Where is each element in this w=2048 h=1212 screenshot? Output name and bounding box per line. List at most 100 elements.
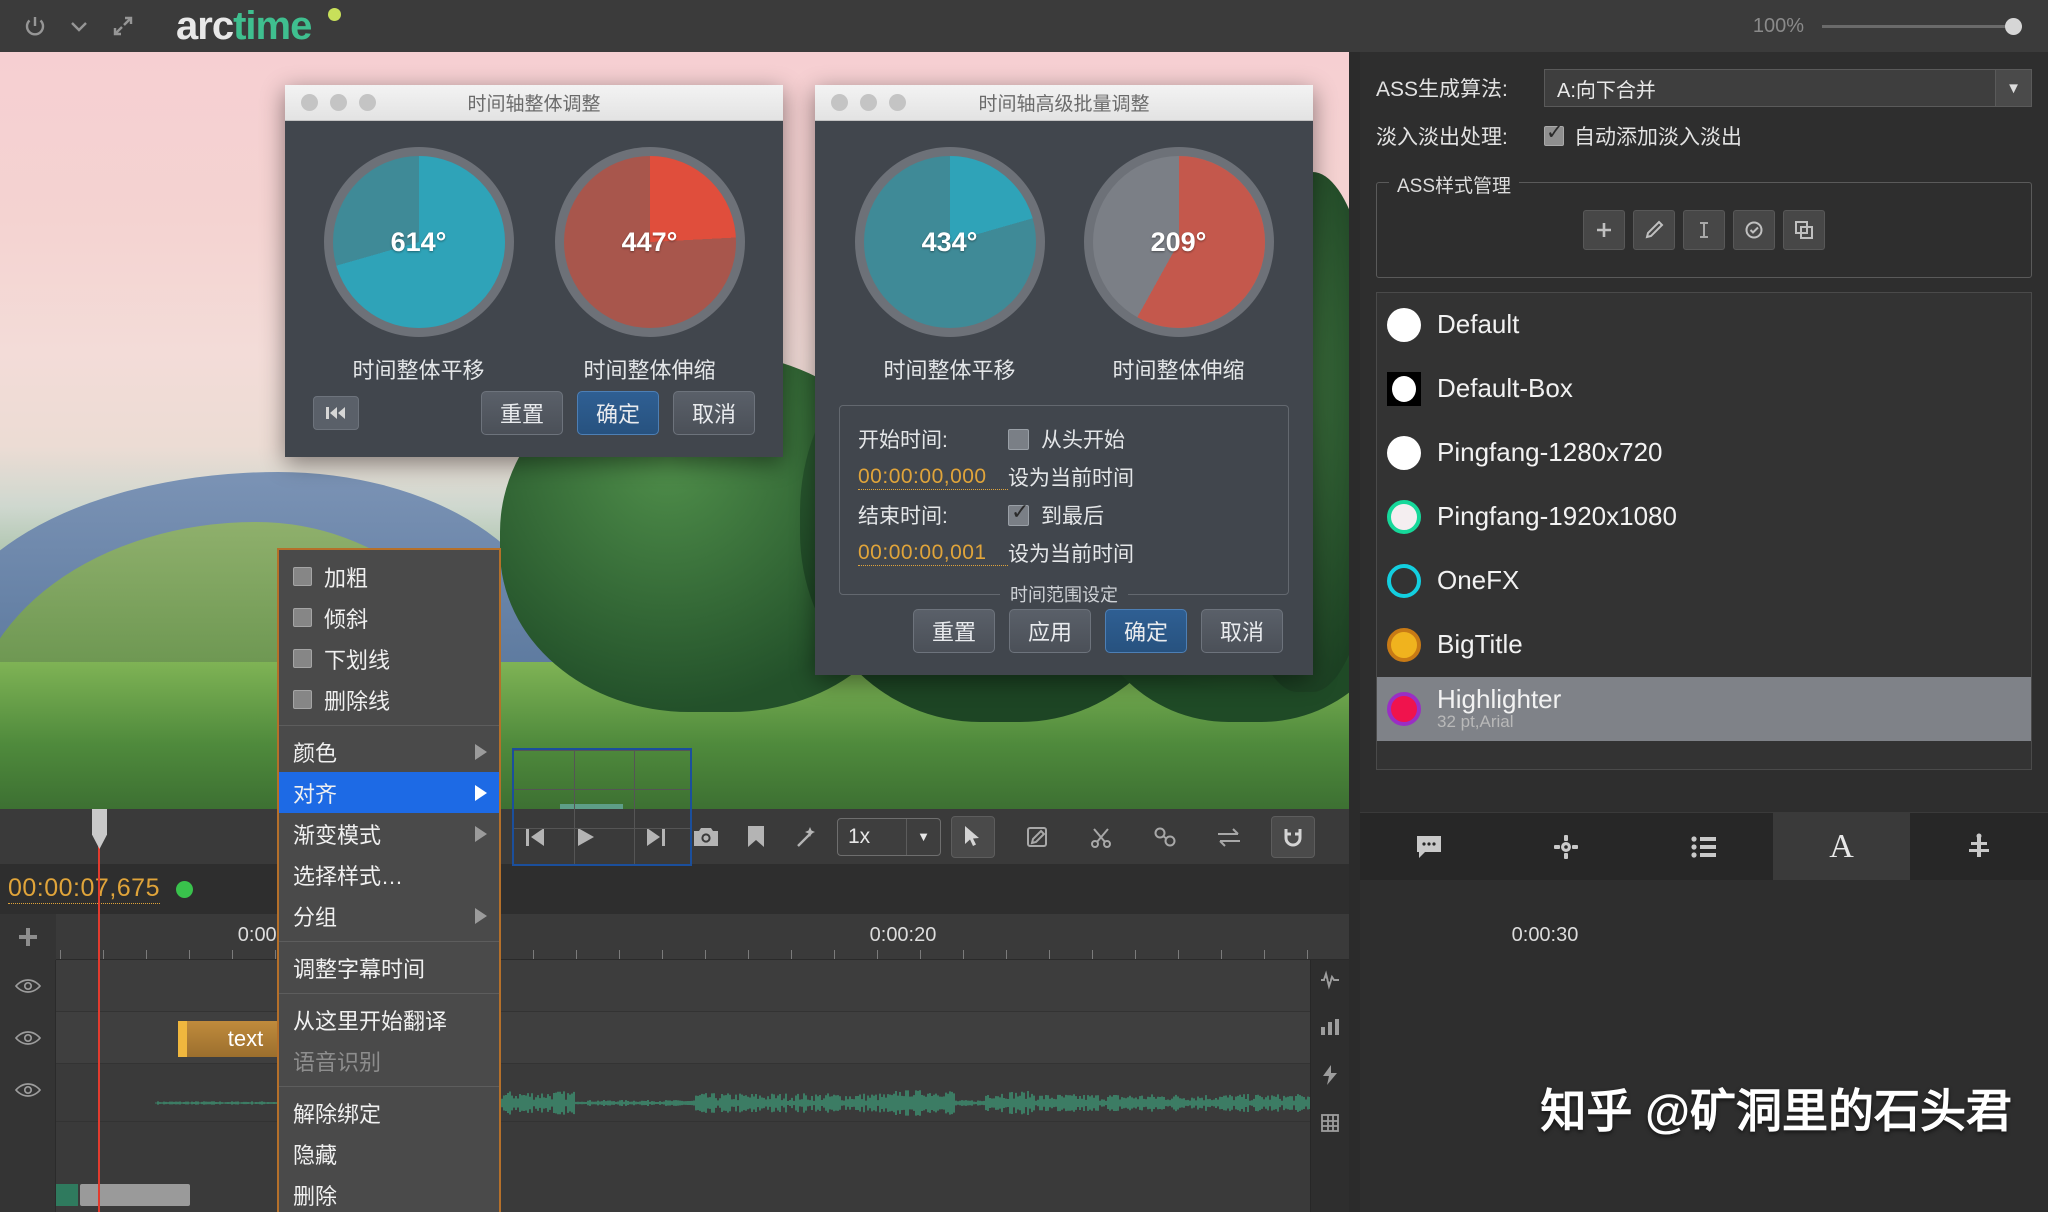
reset-button[interactable]: 重置: [480, 391, 563, 435]
tab-settings[interactable]: [1498, 813, 1636, 880]
edit-tool[interactable]: [1015, 816, 1059, 858]
list-item[interactable]: Default: [1377, 293, 2031, 357]
dialog-titlebar[interactable]: 时间轴整体调整: [285, 85, 783, 121]
dialog-timeline-batch[interactable]: 时间轴高级批量调整 434° 时间整体平移 209° 时间整体伸缩 开始时间:: [815, 85, 1313, 675]
magnet-icon[interactable]: [1271, 815, 1315, 858]
track-row-audio[interactable]: [56, 1064, 1349, 1122]
playback-speed-select[interactable]: 1x ▼: [837, 817, 941, 856]
waveform-icon[interactable]: [1319, 970, 1341, 995]
copy-icon[interactable]: [1783, 210, 1825, 250]
menu-item-translate-from-here[interactable]: 从这里开始翻译: [279, 999, 499, 1040]
power-icon[interactable]: [22, 13, 48, 39]
apply-button[interactable]: 应用: [1008, 609, 1091, 653]
list-item[interactable]: Highlighter 32 pt,Arial: [1377, 677, 2031, 741]
dial-knob[interactable]: 434°: [854, 147, 1045, 337]
track-row[interactable]: [56, 960, 1349, 1012]
timeline-ruler[interactable]: 0:00: 0:00:20 0:00:30: [0, 914, 1578, 960]
menu-item-select-style[interactable]: 选择样式…: [279, 854, 499, 895]
zoom-slider-knob[interactable]: [2005, 17, 2022, 35]
dial-knob[interactable]: 209°: [1083, 147, 1274, 337]
menu-item-bold[interactable]: 加粗: [279, 556, 499, 597]
right-panel-tabs[interactable]: A: [1360, 812, 2048, 880]
horizontal-scrollbar[interactable]: [56, 1184, 1346, 1206]
window-close-button[interactable]: [831, 94, 848, 111]
dial-knob[interactable]: 614°: [323, 147, 514, 337]
current-timecode[interactable]: 00:00:07,675: [8, 874, 160, 904]
menu-item-unbind[interactable]: 解除绑定: [279, 1092, 499, 1133]
link-icon[interactable]: [1143, 816, 1187, 858]
chevron-down-icon[interactable]: ▼: [906, 818, 940, 855]
grid-icon[interactable]: [1320, 1113, 1340, 1138]
window-maximize-button[interactable]: [359, 94, 376, 111]
timeline-tracks[interactable]: text: [0, 960, 1349, 1212]
dialog-timeline-overall[interactable]: 时间轴整体调整 614° 时间整体平移 447° 时间整体伸缩 重置 确定 取消: [285, 85, 783, 457]
confirm-button[interactable]: 确定: [1104, 609, 1187, 653]
menu-item-hide[interactable]: 隐藏: [279, 1133, 499, 1174]
checkbox-icon[interactable]: [293, 608, 312, 627]
chart-icon[interactable]: [1319, 1017, 1341, 1042]
tab-effects[interactable]: [1910, 813, 2048, 880]
window-close-button[interactable]: [301, 94, 318, 111]
magic-wand-icon[interactable]: [787, 816, 827, 858]
context-menu[interactable]: 加粗 倾斜 下划线 删除线 颜色 对齐 渐变模式 选择样式… 分组 调整字幕时间…: [277, 548, 501, 1212]
list-item[interactable]: Default-Box: [1377, 357, 2031, 421]
chevron-down-icon[interactable]: [66, 13, 92, 39]
ass-algorithm-select[interactable]: A:向下合并 ▼: [1544, 69, 2032, 107]
add-track-button[interactable]: [0, 914, 56, 960]
menu-item-italic[interactable]: 倾斜: [279, 597, 499, 638]
lightning-icon[interactable]: [1321, 1064, 1339, 1091]
text-cursor-icon[interactable]: [1683, 210, 1725, 250]
dialog-titlebar[interactable]: 时间轴高级批量调整: [815, 85, 1313, 121]
tab-comments[interactable]: [1360, 813, 1498, 880]
zoom-slider[interactable]: [1822, 16, 2022, 36]
dial-stretch[interactable]: 447° 时间整体伸缩: [554, 147, 745, 385]
checkbox-icon[interactable]: [293, 690, 312, 709]
auto-fade-checkbox[interactable]: [1544, 120, 1564, 146]
cancel-button[interactable]: 取消: [672, 391, 755, 435]
menu-item-adjust-subtitle-time[interactable]: 调整字幕时间: [279, 947, 499, 988]
menu-item-group[interactable]: 分组: [279, 895, 499, 936]
menu-item-align[interactable]: 对齐: [279, 772, 499, 813]
checkbox-icon[interactable]: [293, 567, 312, 586]
tab-list[interactable]: [1635, 813, 1773, 880]
check-circle-icon[interactable]: [1733, 210, 1775, 250]
track-row[interactable]: text: [56, 1012, 1349, 1064]
menu-item-delete[interactable]: 删除: [279, 1174, 499, 1212]
plus-icon[interactable]: [1583, 210, 1625, 250]
window-minimize-button[interactable]: [330, 94, 347, 111]
list-item[interactable]: Pingfang-1280x720: [1377, 421, 2031, 485]
dial-knob[interactable]: 447°: [554, 147, 745, 337]
start-from-beginning-checkbox[interactable]: [1008, 428, 1029, 450]
scissors-icon[interactable]: [1079, 816, 1123, 858]
selection-grid[interactable]: [512, 748, 692, 866]
list-item[interactable]: BigTitle: [1377, 613, 2031, 677]
tab-text-style[interactable]: A: [1772, 813, 1911, 880]
dial-stretch[interactable]: 209° 时间整体伸缩: [1083, 147, 1274, 385]
end-set-current-button[interactable]: 设为当前时间: [1008, 538, 1134, 568]
list-item[interactable]: OneFX: [1377, 549, 2031, 613]
eye-icon[interactable]: [14, 1080, 42, 1100]
checkbox-icon[interactable]: [293, 649, 312, 668]
swap-icon[interactable]: [1207, 816, 1251, 858]
reset-button[interactable]: 重置: [912, 609, 995, 653]
dial-shift[interactable]: 434° 时间整体平移: [854, 147, 1045, 385]
chevron-down-icon[interactable]: ▼: [1995, 70, 2031, 106]
scroll-thumb[interactable]: [80, 1184, 190, 1206]
style-list[interactable]: Default Default-Box Pingfang-1280x720 Pi…: [1376, 292, 2032, 770]
menu-item-underline[interactable]: 下划线: [279, 638, 499, 679]
confirm-button[interactable]: 确定: [576, 391, 659, 435]
pencil-icon[interactable]: [1633, 210, 1675, 250]
expand-icon[interactable]: [110, 13, 136, 39]
cancel-button[interactable]: 取消: [1200, 609, 1283, 653]
eye-icon[interactable]: [14, 1028, 42, 1048]
menu-item-strikethrough[interactable]: 删除线: [279, 679, 499, 720]
timeline-side-tools[interactable]: [1310, 960, 1349, 1212]
menu-item-gradient-mode[interactable]: 渐变模式: [279, 813, 499, 854]
end-time-value[interactable]: 00:00:00,001: [858, 541, 1008, 566]
eye-icon[interactable]: [14, 976, 42, 996]
dial-shift[interactable]: 614° 时间整体平移: [323, 147, 514, 385]
start-time-value[interactable]: 00:00:00,000: [858, 465, 1008, 490]
rewind-icon[interactable]: [313, 396, 359, 430]
window-maximize-button[interactable]: [889, 94, 906, 111]
start-set-current-button[interactable]: 设为当前时间: [1008, 462, 1134, 492]
